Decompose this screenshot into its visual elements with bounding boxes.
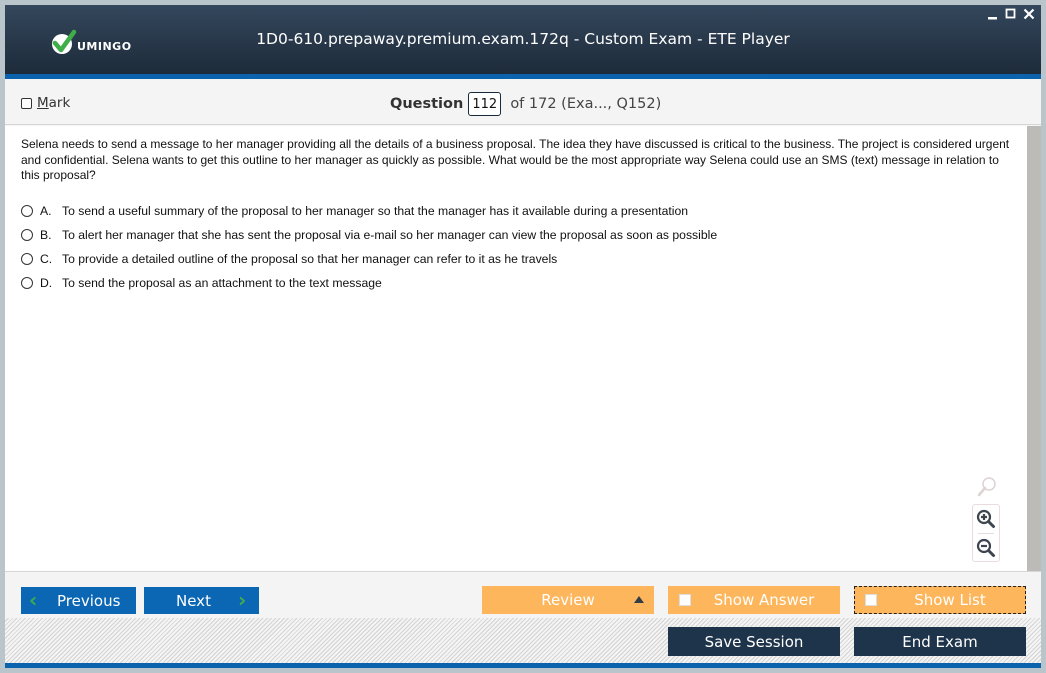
show-answer-button[interactable]: Show Answer [668,586,840,614]
zoom-out-button[interactable] [973,534,999,562]
question-label: Question [390,96,464,112]
previous-button[interactable]: ‹ Previous [21,587,136,614]
window-title: 1D0-610.prepaway.premium.exam.172q - Cus… [256,30,790,48]
zoom-in-button[interactable] [973,505,999,533]
next-label: Next [176,591,211,610]
review-label: Review [541,591,595,609]
footer-accent-bar [5,663,1041,668]
window-controls [987,8,1035,20]
previous-label: Previous [57,591,121,610]
footer-bar: Save Session End Exam [5,618,1041,663]
option-text: To alert her manager that she has sent t… [62,228,718,242]
radio-button[interactable] [21,253,33,265]
minimize-icon [988,17,997,20]
chevron-left-icon: ‹ [29,588,38,612]
vertical-scrollbar[interactable] [1027,126,1041,571]
show-answer-label: Show Answer [713,591,815,609]
maximize-icon [1005,8,1016,19]
radio-button[interactable] [21,229,33,241]
zoom-out-icon [976,538,995,557]
option-a[interactable]: A. To send a useful summary of the propo… [21,199,717,223]
mark-checkbox-box[interactable] [21,97,32,109]
mark-checkbox[interactable]: Mark [21,95,70,111]
save-session-label: Save Session [704,632,804,651]
show-answer-checkbox[interactable] [679,594,691,606]
question-text: Selena needs to send a message to her ma… [21,137,1010,182]
question-header: Mark Question of 172 (Exa..., Q152) [5,79,1041,125]
navigation-bar: ‹ Previous Next › Review Show Answer Sho… [5,571,1041,618]
end-exam-label: End Exam [902,632,978,651]
radio-button[interactable] [21,277,33,289]
option-letter: A. [40,204,52,218]
question-number-input[interactable] [468,92,502,116]
option-letter: C. [40,252,53,266]
option-text: To provide a detailed outline of the pro… [62,252,558,266]
show-list-checkbox[interactable] [865,594,877,606]
question-content: Selena needs to send a message to her ma… [5,126,1027,571]
zoom-in-icon [976,509,995,528]
end-exam-button[interactable]: End Exam [854,627,1026,656]
review-button[interactable]: Review [482,586,654,614]
answer-options: A. To send a useful summary of the propo… [21,199,717,295]
title-bar: UMINGO 1D0-610.prepaway.premium.exam.172… [5,5,1041,74]
close-icon [1023,8,1035,20]
chevron-right-icon: › [238,588,247,612]
save-session-button[interactable]: Save Session [668,627,840,656]
option-d[interactable]: D. To send the proposal as an attachment… [21,271,717,295]
question-navigator: Question of 172 (Exa..., Q152) [390,92,661,116]
close-button[interactable] [1023,8,1035,20]
radio-button[interactable] [21,205,33,217]
search-button[interactable] [976,476,998,498]
option-b[interactable]: B. To alert her manager that she has sen… [21,223,717,247]
option-text: To send the proposal as an attachment to… [62,276,382,290]
mark-label: Mark [37,95,71,111]
zoom-control-group [972,504,1000,562]
question-count: of 172 (Exa..., Q152) [510,96,662,112]
next-button[interactable]: Next › [144,587,259,614]
caret-up-icon [634,596,644,603]
maximize-button[interactable] [1005,8,1017,20]
zoom-tools [970,476,1002,562]
show-list-label: Show List [914,591,986,609]
option-letter: B. [40,228,52,242]
option-c[interactable]: C. To provide a detailed outline of the … [21,247,717,271]
minimize-button[interactable] [987,8,999,20]
option-letter: D. [40,276,53,290]
search-icon [977,477,996,497]
show-list-button[interactable]: Show List [854,586,1026,614]
app-window: UMINGO 1D0-610.prepaway.premium.exam.172… [5,5,1041,668]
option-text: To send a useful summary of the proposal… [62,204,688,218]
